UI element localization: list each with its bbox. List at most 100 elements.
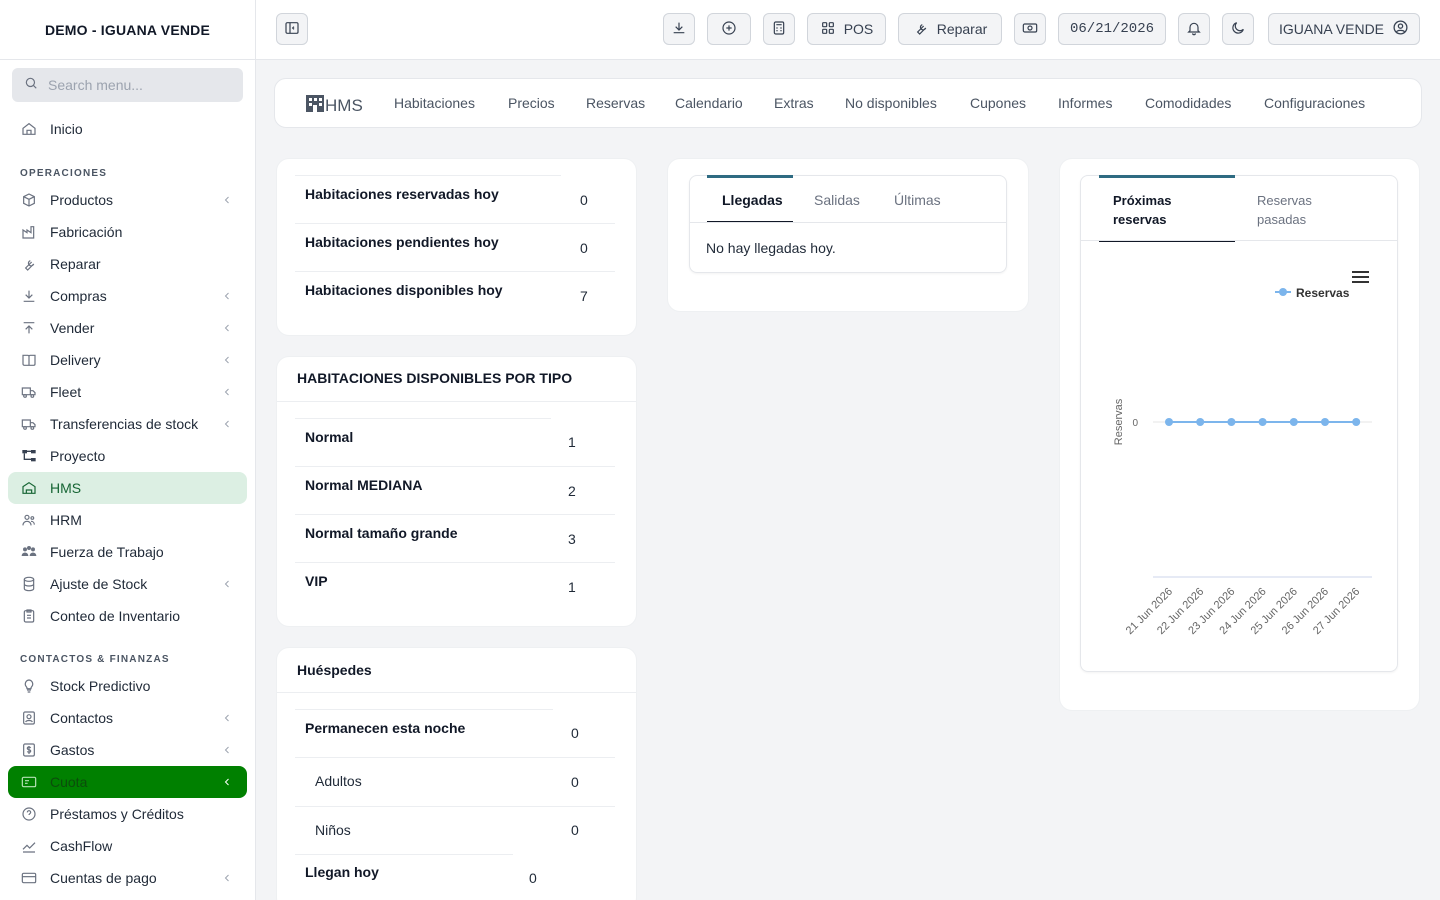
pending-today-value: 0 [580, 240, 588, 256]
data-point[interactable] [1227, 418, 1236, 426]
data-point[interactable] [1289, 418, 1298, 426]
user-menu-button[interactable]: IGUANA VENDE [1268, 13, 1420, 45]
panel-left-icon [284, 20, 300, 39]
date-display[interactable]: 06/21/2026 [1058, 13, 1166, 45]
y-tick-label: 0 [1132, 418, 1138, 429]
kids-value: 0 [571, 822, 579, 838]
sidebar-item-cashflow[interactable]: CashFlow [8, 830, 247, 862]
hms-link-configuraciones[interactable]: Configuraciones [1264, 95, 1365, 111]
legend-label: Reservas [1296, 286, 1350, 300]
cash-button[interactable] [1014, 13, 1046, 45]
sidebar-item-label: Productos [50, 192, 114, 208]
sidebar-item-fuerza-trabajo[interactable]: Fuerza de Trabajo [8, 536, 247, 568]
hms-link-precios[interactable]: Precios [508, 95, 555, 111]
sidebar: DEMO - IGUANA VENDE Inicio OPERACIONES P… [0, 0, 256, 900]
sidebar-item-ajuste-stock[interactable]: Ajuste de Stock [8, 568, 247, 600]
lightbulb-icon [20, 677, 38, 695]
sidebar-item-label: Gastos [50, 742, 95, 758]
guests-card: Huéspedes Permanecen esta noche 0 Adulto… [277, 648, 636, 900]
chevron-left-icon [221, 743, 233, 759]
sidebar-item-label: Fleet [50, 384, 82, 400]
sidebar-item-conteo-inventario[interactable]: Conteo de Inventario [8, 600, 247, 632]
contact-card-icon [20, 709, 38, 727]
chart-legend[interactable]: Reservas [1275, 286, 1350, 300]
hms-link-no-disponibles[interactable]: No disponibles [845, 95, 937, 111]
divider [295, 418, 551, 419]
theme-toggle-button[interactable] [1222, 13, 1254, 45]
download-button[interactable] [663, 13, 695, 45]
hms-link-calendario[interactable]: Calendario [675, 95, 743, 111]
hms-link-habitaciones[interactable]: Habitaciones [394, 95, 475, 111]
hms-link-reservas[interactable]: Reservas [586, 95, 645, 111]
divider [1081, 240, 1397, 241]
sidebar-item-compras[interactable]: Compras [8, 280, 247, 312]
sidebar-item-contactos[interactable]: Contactos [8, 702, 247, 734]
sidebar-item-inicio[interactable]: Inicio [8, 113, 247, 145]
sidebar-item-prestamos[interactable]: Préstamos y Créditos [8, 798, 247, 830]
sidebar-item-productos[interactable]: Productos [8, 184, 247, 216]
truck-icon [20, 383, 38, 401]
brand-title: DEMO - IGUANA VENDE [0, 0, 255, 60]
add-button[interactable] [707, 13, 751, 45]
calculator-button[interactable] [763, 13, 795, 45]
data-point[interactable] [1321, 418, 1329, 426]
clipboard-icon [20, 607, 38, 625]
sidebar-item-vender[interactable]: Vender [8, 312, 247, 344]
hms-link-comodidades[interactable]: Comodidades [1145, 95, 1231, 111]
banknote-icon [1022, 20, 1038, 39]
sidebar-item-delivery[interactable]: Delivery [8, 344, 247, 376]
sidebar-item-label: Compras [50, 288, 107, 304]
guests-title: Huéspedes [297, 662, 372, 678]
repair-button[interactable]: Reparar [898, 13, 1002, 45]
sidebar-item-reparar[interactable]: Reparar [8, 248, 247, 280]
sidebar-item-proyecto[interactable]: Proyecto [8, 440, 247, 472]
adults-label: Adultos [315, 773, 362, 789]
arrive-today-value: 0 [529, 870, 537, 886]
sidebar-item-stock-predictivo[interactable]: Stock Predictivo [8, 670, 247, 702]
search-box[interactable] [12, 68, 243, 102]
hms-link-informes[interactable]: Informes [1058, 95, 1112, 111]
sidebar-item-gastos[interactable]: Gastos [8, 734, 247, 766]
sidebar-item-label: CashFlow [50, 838, 113, 854]
sidebar-item-hrm[interactable]: HRM [8, 504, 247, 536]
sidebar-item-label: Fuerza de Trabajo [50, 544, 164, 560]
hms-link-cupones[interactable]: Cupones [970, 95, 1026, 111]
tab-proximas-reservas[interactable]: Próximas reservas [1113, 191, 1213, 229]
sidebar-item-fabricacion[interactable]: Fabricación [8, 216, 247, 248]
sidebar-toggle-button[interactable] [276, 13, 308, 45]
pos-button[interactable]: POS [807, 13, 886, 45]
sidebar-item-cuota[interactable]: Cuota [8, 766, 247, 798]
divider [277, 692, 636, 693]
sidebar-item-transferencias[interactable]: Transferencias de stock [8, 408, 247, 440]
stay-tonight-label: Permanecen esta noche [305, 720, 466, 736]
data-point[interactable] [1165, 418, 1173, 426]
sidebar-item-fleet[interactable]: Fleet [8, 376, 247, 408]
sidebar-item-label: Transferencias de stock [50, 416, 199, 432]
data-point[interactable] [1196, 418, 1205, 426]
search-input[interactable] [48, 77, 228, 93]
hms-logo[interactable]: HMS [305, 94, 363, 117]
credit-card-icon [20, 869, 38, 887]
divider [295, 562, 615, 563]
bookings-panel: Próximas reservas Reservas pasadas Reser… [1080, 175, 1398, 672]
room-type-label: Normal tamaño grande [305, 525, 458, 541]
kids-label: Niños [315, 822, 351, 838]
data-point[interactable] [1352, 418, 1361, 426]
sidebar-item-label: Cuota [50, 774, 88, 790]
sidebar-item-label: Stock Predictivo [50, 678, 151, 694]
tab-ultimas[interactable]: Últimas [894, 192, 941, 208]
sidebar-item-cuentas-pago[interactable]: Cuentas de pago [8, 862, 247, 894]
chevron-left-icon [221, 417, 233, 433]
sidebar-item-hms[interactable]: HMS [8, 472, 247, 504]
data-point[interactable] [1258, 418, 1267, 426]
notifications-button[interactable] [1178, 13, 1210, 45]
hms-link-extras[interactable]: Extras [774, 95, 814, 111]
tab-salidas[interactable]: Salidas [814, 192, 860, 208]
tab-llegadas[interactable]: Llegadas [722, 192, 783, 208]
chart-menu-icon[interactable] [1352, 271, 1369, 283]
download-icon [671, 20, 687, 39]
no-arrivals-message: No hay llegadas hoy. [706, 240, 836, 256]
user-circle-icon [1392, 19, 1409, 39]
upload-icon [20, 319, 38, 337]
tab-reservas-pasadas[interactable]: Reservas pasadas [1257, 191, 1347, 229]
